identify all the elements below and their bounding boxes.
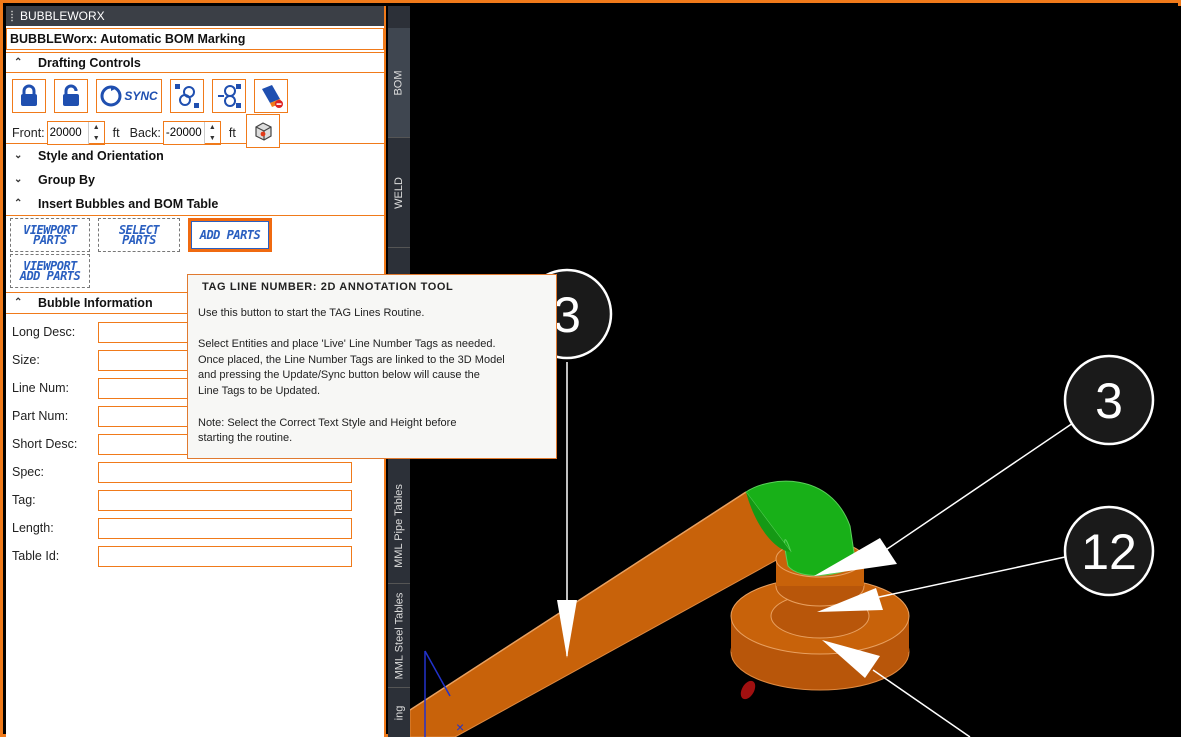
front-input[interactable] xyxy=(47,122,88,144)
tab-partial[interactable]: ing xyxy=(388,688,410,737)
field-label: Line Num: xyxy=(12,381,69,395)
field-input[interactable] xyxy=(98,545,352,567)
panel-header: BUBBLEWorx: Automatic BOM Marking xyxy=(6,28,384,50)
section-group-by[interactable]: ⌄ Group By xyxy=(6,168,384,192)
tooltip-text: Select Entities and place 'Live' Line Nu… xyxy=(198,338,505,397)
field-row: Length: xyxy=(6,514,384,542)
field-label: Long Desc: xyxy=(12,325,76,339)
back-label: Back: xyxy=(129,126,161,140)
back-unit: ft xyxy=(228,126,236,140)
spin-up-icon[interactable]: ▲ xyxy=(89,122,104,133)
bubble-label[interactable]: 12 xyxy=(1081,524,1137,580)
app-frame: BUBBLEWORX BUBBLEWorx: Automatic BOM Mar… xyxy=(0,0,1181,737)
section-insert-bubbles[interactable]: ⌃ Insert Bubbles and BOM Table xyxy=(6,192,384,216)
collapsed-sections: ⌄ Style and Orientation ⌄ Group By ⌃ Ins… xyxy=(6,144,384,216)
tab-weld[interactable]: WELD xyxy=(388,138,410,248)
front-label: Front: xyxy=(12,126,45,140)
bubble-link-icon xyxy=(175,84,199,108)
chevron-down-icon: ⌄ xyxy=(14,150,23,161)
field-label: Size: xyxy=(12,353,40,367)
lock-icon xyxy=(21,84,37,106)
svg-text:×: × xyxy=(456,719,464,735)
bubble-tool-2-button[interactable] xyxy=(212,79,246,113)
bubble-tool-1-button[interactable] xyxy=(170,79,204,113)
chevron-down-icon: ⌄ xyxy=(14,174,23,185)
front-unit: ft xyxy=(112,126,120,140)
viewport-add-parts-button[interactable]: VIEWPORT ADD PARTS xyxy=(10,254,90,288)
select-parts-button[interactable]: SELECT PARTS xyxy=(98,218,180,252)
cube-icon xyxy=(255,122,272,141)
view-box-button[interactable] xyxy=(245,114,280,148)
field-label: Tag: xyxy=(12,493,36,507)
front-stepper[interactable]: ▲▼ xyxy=(46,121,105,145)
field-label: Length: xyxy=(12,521,54,535)
viewport-parts-button[interactable]: VIEWPORT PARTS xyxy=(10,218,90,252)
sync-button[interactable]: SYNC xyxy=(96,79,162,113)
chevron-up-icon: ⌃ xyxy=(14,57,23,68)
field-row: Spec: xyxy=(6,458,384,486)
tooltip-text: Use this button to start the TAG Lines R… xyxy=(198,306,425,319)
tooltip-text: Note: Select the Correct Text Style and … xyxy=(198,416,457,445)
grip-icon[interactable] xyxy=(10,10,14,22)
tab-bom[interactable]: BOM xyxy=(388,28,410,138)
field-label: Short Desc: xyxy=(12,437,78,451)
panel-titlebar[interactable]: BUBBLEWORX xyxy=(6,6,384,26)
bubble-link-icon xyxy=(218,84,241,108)
bubble-label[interactable]: 3 xyxy=(553,287,581,343)
bubble-label[interactable]: 3 xyxy=(1095,373,1123,429)
drafting-controls-section: ⌃ Drafting Controls SYNC Front: 20000 ▲ … xyxy=(6,52,384,148)
spin-down-icon[interactable]: ▼ xyxy=(89,133,104,144)
spin-down-icon[interactable]: ▼ xyxy=(205,133,220,144)
spin-up-icon[interactable]: ▲ xyxy=(205,122,220,133)
add-parts-button-frame[interactable]: ADD PARTS xyxy=(188,218,272,252)
unlock-button[interactable] xyxy=(54,79,88,113)
section-drafting-controls[interactable]: ⌃ Drafting Controls xyxy=(6,53,384,73)
field-label: Part Num: xyxy=(12,409,69,423)
eraser-icon xyxy=(262,85,283,108)
field-input[interactable] xyxy=(98,517,352,539)
back-stepper[interactable]: ▲▼ xyxy=(162,121,221,145)
field-row: Table Id: xyxy=(6,542,384,570)
add-parts-button[interactable]: ADD PARTS xyxy=(191,221,269,249)
section-style-orientation[interactable]: ⌄ Style and Orientation xyxy=(6,144,384,168)
unlock-icon xyxy=(63,84,79,106)
erase-bubbles-button[interactable] xyxy=(254,79,288,113)
field-label: Spec: xyxy=(12,465,44,479)
add-parts-tooltip: TAG LINE NUMBER: 2D ANNOTATION TOOL Use … xyxy=(187,274,557,459)
sync-icon xyxy=(100,85,122,107)
field-label: Table Id: xyxy=(12,549,60,563)
chevron-up-icon: ⌃ xyxy=(14,198,23,209)
field-input[interactable] xyxy=(98,489,352,511)
field-input[interactable] xyxy=(98,461,352,483)
field-row: Tag: xyxy=(6,486,384,514)
chevron-up-icon: ⌃ xyxy=(14,297,23,308)
tab-mml-pipe-tables[interactable]: MML Pipe Tables xyxy=(388,468,410,584)
back-input[interactable] xyxy=(163,122,204,144)
tooltip-title: TAG LINE NUMBER: 2D ANNOTATION TOOL xyxy=(202,281,454,293)
panel-title: BUBBLEWORX xyxy=(20,9,105,23)
tab-mml-steel-tables[interactable]: MML Steel Tables xyxy=(388,584,410,688)
lock-button[interactable] xyxy=(12,79,46,113)
